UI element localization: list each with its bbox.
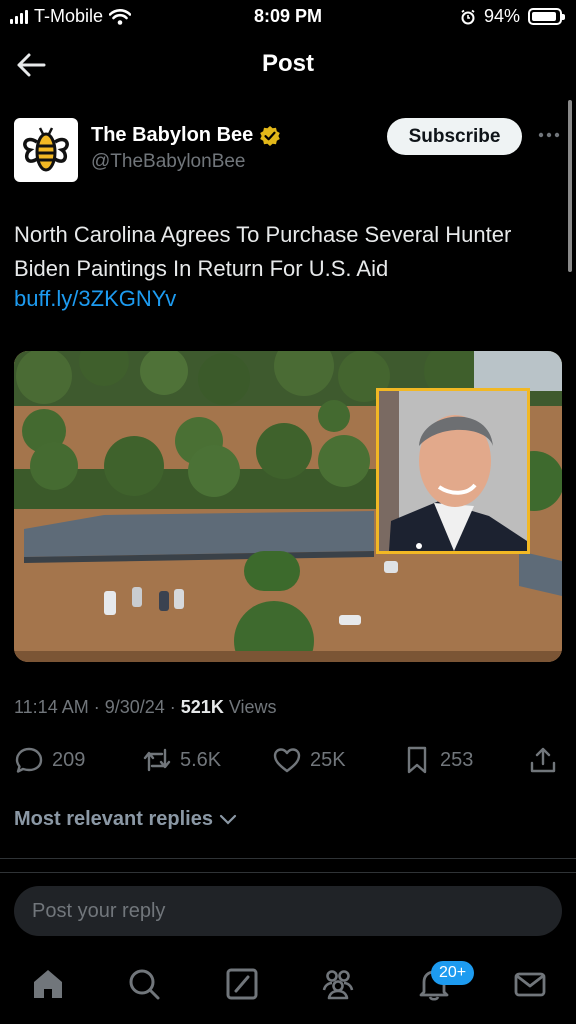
post-text: North Carolina Agrees To Purchase Severa… — [14, 222, 512, 281]
views-label: Views — [228, 697, 277, 717]
replies-sort-label: Most relevant replies — [14, 808, 213, 830]
divider — [0, 872, 576, 873]
subscribe-button[interactable]: Subscribe — [387, 118, 522, 155]
more-options-icon[interactable] — [536, 122, 562, 148]
avatar[interactable] — [14, 118, 78, 182]
heart-icon — [273, 748, 301, 773]
repost-icon — [143, 748, 171, 772]
views-count: 521K — [180, 697, 224, 717]
share-button[interactable] — [528, 742, 558, 778]
author-name-label: The Babylon Bee — [91, 124, 254, 146]
post-link[interactable]: buff.ly/3ZKGNYv — [14, 286, 176, 312]
battery-percent: 94% — [483, 6, 520, 26]
share-icon — [530, 747, 556, 773]
divider — [0, 858, 576, 859]
battery-icon — [528, 8, 565, 25]
reply-icon — [15, 747, 43, 773]
inset-portrait — [376, 388, 530, 554]
bookmark-button[interactable]: 253 — [402, 742, 473, 778]
status-bar: T-Mobile 8:09 PM 94% — [0, 0, 576, 34]
notifications-badge: 20+ — [431, 961, 475, 985]
tab-bar — [0, 950, 576, 1024]
author-name[interactable]: The Babylon Bee — [91, 124, 281, 147]
reply-placeholder: Post your reply — [32, 899, 166, 922]
like-count: 25K — [310, 748, 346, 771]
grok-icon[interactable] — [224, 966, 260, 1002]
communities-icon[interactable] — [320, 966, 356, 1002]
chevron-down-icon — [219, 814, 237, 825]
scrollbar[interactable] — [568, 100, 572, 272]
home-icon[interactable] — [30, 966, 66, 1002]
reply-button[interactable]: 209 — [14, 742, 85, 778]
bookmark-count: 253 — [440, 748, 474, 771]
bookmark-icon — [407, 746, 427, 774]
alarm-icon — [461, 9, 475, 24]
portrait-photo — [379, 391, 527, 551]
reply-input[interactable]: Post your reply — [14, 886, 562, 936]
post-time: 11:14 AM — [14, 697, 89, 717]
reply-count: 209 — [52, 748, 86, 771]
author-handle[interactable]: @TheBabylonBee — [91, 151, 246, 173]
bee-logo-icon — [23, 127, 69, 172]
messages-icon[interactable] — [512, 966, 548, 1002]
page-title: Post — [261, 50, 314, 77]
repost-button[interactable]: 5.6K — [142, 742, 221, 778]
post-meta: 11:14 AM · 9/30/24 · 521K Views — [14, 697, 277, 717]
repost-count: 5.6K — [180, 748, 222, 771]
search-icon[interactable] — [126, 966, 162, 1002]
like-button[interactable]: 25K — [272, 742, 346, 778]
action-bar: 209 5.6K 25K 253 — [0, 742, 576, 782]
post-image[interactable] — [14, 351, 562, 662]
nav-header: Post — [0, 34, 576, 96]
verified-badge-icon — [260, 125, 281, 146]
replies-sort-dropdown[interactable]: Most relevant replies — [14, 808, 237, 831]
post-date: 9/30/24 — [104, 697, 165, 717]
status-right: 94% — [460, 6, 565, 27]
